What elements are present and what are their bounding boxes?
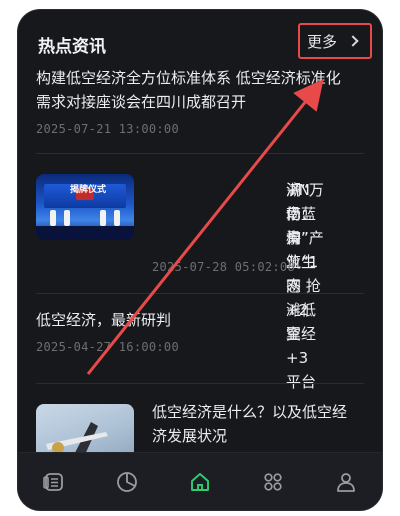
profile-icon (336, 472, 355, 492)
news-thumbnail: 揭牌仪式 (36, 174, 134, 240)
news-item[interactable]: 揭牌仪式 湖南：构筑“1网+2翼+3平台 +N场景”产业生态 抢滩低空经 济“万… (18, 154, 382, 391)
chevron-right-icon (347, 35, 359, 47)
phone-screen: 热点资讯 更多 构建低空经济全方位标准体系 低空经济标准化 需求对接座谈会在四川… (18, 10, 382, 510)
grid-icon (264, 472, 282, 491)
pie-chart-icon (117, 471, 138, 492)
news-item[interactable]: 构建低空经济全方位标准体系 低空经济标准化 需求对接座谈会在四川成都召开 202… (18, 64, 382, 154)
home-icon (191, 472, 209, 491)
section-title: 热点资讯 (38, 37, 106, 57)
news-time: 2025-07-28 05:02:08 (152, 260, 295, 274)
tab-stats[interactable] (107, 462, 147, 502)
tab-profile[interactable] (326, 462, 366, 502)
bottom-tab-bar (18, 452, 382, 510)
news-item[interactable]: 低空经济，最新研判 2025-04-27 16:00:00 (18, 294, 382, 384)
news-title: 构建低空经济全方位标准体系 低空经济标准化 需求对接座谈会在四川成都召开 (36, 69, 341, 111)
tab-apps[interactable] (253, 462, 293, 502)
news-list: 构建低空经济全方位标准体系 低空经济标准化 需求对接座谈会在四川成都召开 202… (18, 64, 382, 474)
tab-news[interactable] (34, 462, 74, 502)
news-title: 低空经济，最新研判 (36, 311, 172, 329)
news-icon (43, 472, 64, 491)
news-time: 2025-07-21 13:00:00 (36, 122, 179, 136)
tab-home[interactable] (180, 462, 220, 502)
more-label: 更多 (306, 32, 337, 51)
news-time: 2025-04-27 16:00:00 (36, 340, 179, 354)
section-header: 热点资讯 更多 (18, 10, 382, 68)
more-button[interactable]: 更多 (296, 24, 368, 58)
news-title: 低空经济是什么？以及低空经 济发展状况 (152, 403, 348, 445)
